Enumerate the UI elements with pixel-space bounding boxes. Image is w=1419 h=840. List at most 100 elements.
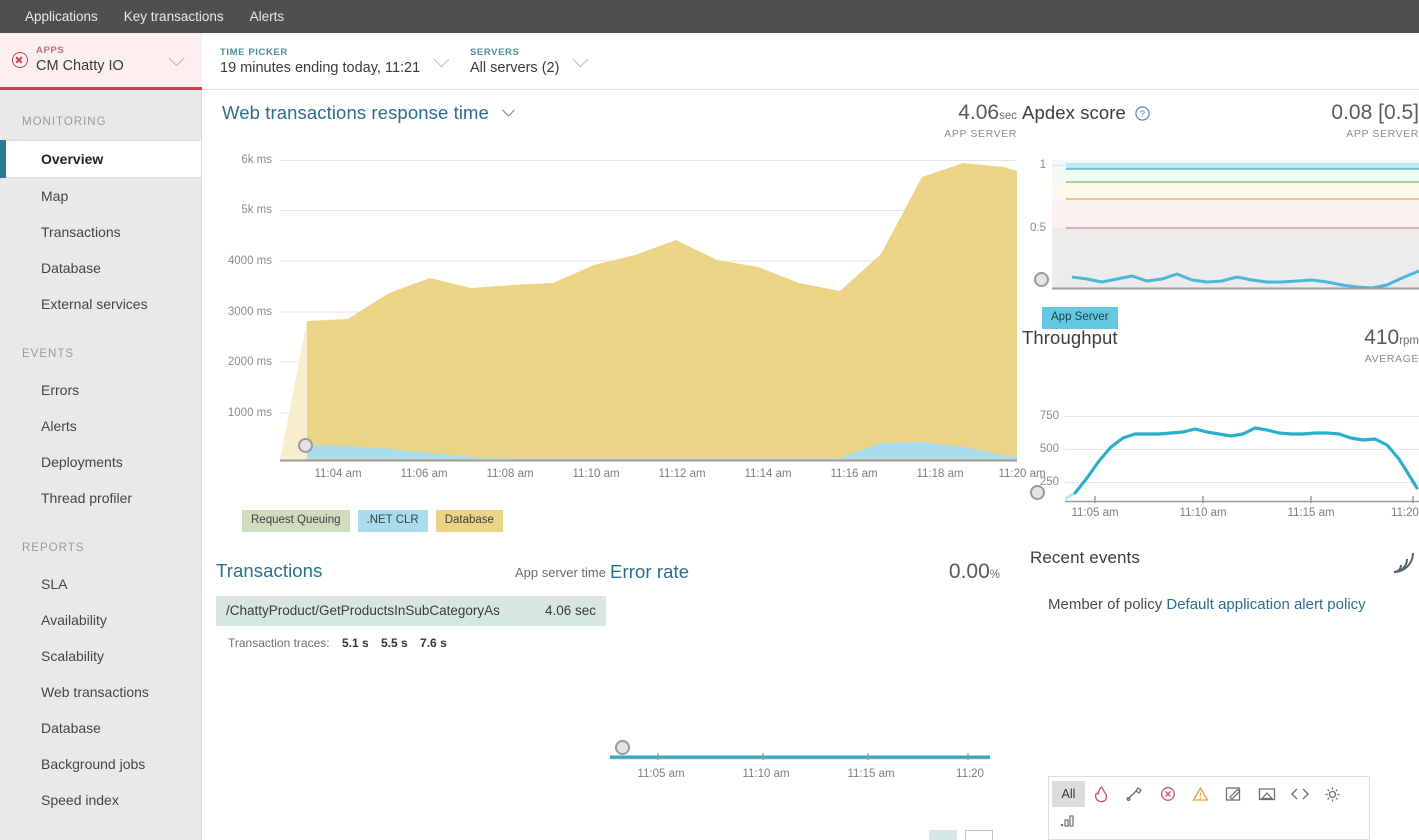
sidebar-item-deployments[interactable]: Deployments	[0, 444, 201, 480]
recent-event-message: Member of policy Default application ale…	[1030, 576, 1419, 620]
svg-text:?: ?	[1140, 109, 1145, 119]
transaction-value: 4.06 sec	[544, 603, 596, 618]
throughput-x-tick-1115: 11:15 am	[1287, 507, 1335, 519]
error-circle-icon[interactable]	[1151, 781, 1184, 807]
transaction-traces: Transaction traces: 5.1 s 5.5 s 7.6 s	[216, 626, 606, 650]
nav-item-applications[interactable]: Applications	[12, 0, 111, 33]
throughput-chart-svg[interactable]	[1065, 383, 1419, 503]
error-rate-chart-body: 11:05 am 11:10 am 11:15 am 11:20	[610, 724, 1000, 784]
servers-picker[interactable]: SERVERS All servers (2)	[470, 33, 589, 90]
sidebar-item-transactions[interactable]: Transactions	[0, 214, 201, 250]
apdex-score-panel: Apdex score ? 0.08 [0.5] APP SERVER 1 0.…	[1022, 102, 1419, 329]
nav-item-alerts[interactable]: Alerts	[237, 0, 298, 33]
transaction-trace-2[interactable]: 5.5 s	[381, 636, 408, 650]
transactions-column-header: App server time	[514, 565, 606, 580]
sidebar-item-scalability[interactable]: Scalability	[0, 638, 201, 674]
list-view-button[interactable]	[929, 830, 957, 840]
legend-item-database[interactable]: Database	[435, 510, 503, 532]
sidebar-item-database[interactable]: Database	[0, 250, 201, 286]
time-picker-value: 19 minutes ending today, 11:21	[220, 59, 421, 76]
metric-unit: sec	[999, 110, 1017, 122]
warning-triangle-icon[interactable]	[1184, 781, 1217, 807]
time-picker[interactable]: TIME PICKER 19 minutes ending today, 11:…	[220, 33, 450, 90]
apdex-y-tick-1: 1	[1039, 159, 1046, 171]
sidebar-item-report-database[interactable]: Database	[0, 710, 201, 746]
sidebar-item-speed-index[interactable]: Speed index	[0, 782, 201, 818]
sidebar-item-availability[interactable]: Availability	[0, 602, 201, 638]
throughput-unit: rpm	[1399, 335, 1419, 347]
sidebar-heading-reports: REPORTS	[22, 542, 85, 554]
metric-subtitle: APP SERVER	[944, 128, 1017, 140]
throughput-title: Throughput	[1022, 327, 1118, 348]
throughput-x-tick-1105: 11:05 am	[1071, 507, 1119, 519]
throughput-y-tick-750: 750	[1039, 410, 1059, 422]
x-tick-1118: 11:18 am	[916, 468, 964, 480]
sidebar-item-errors[interactable]: Errors	[0, 372, 201, 408]
apdex-metric: 0.08 [0.5] APP SERVER	[1331, 102, 1419, 140]
wrench-icon[interactable]	[1118, 781, 1151, 807]
chart-legend: Request Queuing .NET CLR Database	[242, 510, 503, 532]
filter-all[interactable]: All	[1052, 781, 1085, 807]
recent-events-title: Recent events	[1030, 548, 1140, 567]
table-row[interactable]: /ChattyProduct/GetProductsInSubCategoryA…	[216, 596, 606, 626]
throughput-range-handle[interactable]	[1030, 485, 1045, 500]
edit-note-icon[interactable]	[1217, 781, 1250, 807]
error-rate-title[interactable]: Error rate	[610, 561, 689, 583]
question-circle-icon[interactable]: ?	[1135, 106, 1151, 121]
gear-icon[interactable]	[1316, 781, 1349, 807]
area-chart-plot[interactable]	[280, 160, 1017, 462]
throughput-header: Throughput 410rpm AVERAGE	[1022, 327, 1419, 365]
apdex-legend-app-server[interactable]: App Server	[1042, 307, 1118, 329]
sidebar-item-web-transactions[interactable]: Web transactions	[0, 674, 201, 710]
sidebar-item-background-jobs[interactable]: Background jobs	[0, 746, 201, 782]
legend-item-net-clr[interactable]: .NET CLR	[357, 510, 428, 532]
y-tick-5000: 5k ms	[241, 204, 272, 216]
chevron-down-icon[interactable]	[502, 103, 516, 117]
recent-event-policy-link[interactable]: Default application alert policy	[1166, 596, 1365, 613]
error-rate-range-handle[interactable]	[615, 740, 630, 755]
error-rate-chart-svg[interactable]	[610, 724, 990, 764]
sidebar-item-overview[interactable]: Overview	[0, 140, 201, 178]
sidebar-item-sla[interactable]: SLA	[0, 566, 201, 602]
throughput-x-tick-1110: 11:10 am	[1179, 507, 1227, 519]
chart-header: Web transactions response time 4.06sec A…	[222, 102, 1017, 140]
event-filter-toolbar: All	[1048, 776, 1370, 840]
throughput-chart-body: 750 500 250 11:05 am 11:10 am 11:15 am 1…	[1022, 383, 1419, 519]
apps-selector-text: APPS CM Chatty IO	[36, 45, 124, 75]
sidebar-item-alerts[interactable]: Alerts	[0, 408, 201, 444]
code-icon[interactable]	[1283, 781, 1316, 807]
x-tick-1110: 11:10 am	[572, 468, 620, 480]
apdex-range-handle[interactable]	[1034, 272, 1049, 287]
sidebar-item-map[interactable]: Map	[0, 178, 201, 214]
sidebar-item-external-services[interactable]: External services	[0, 286, 201, 322]
apdex-header: Apdex score ? 0.08 [0.5] APP SERVER	[1022, 102, 1419, 140]
error-rate-value: 0.00	[948, 560, 990, 583]
chart-title-group[interactable]: Web transactions response time	[222, 102, 516, 124]
chart-view-button[interactable]	[965, 830, 993, 840]
throughput-title-group: Throughput	[1022, 327, 1118, 349]
error-rate-x-tick-1105: 11:05 am	[637, 768, 685, 780]
transaction-trace-3[interactable]: 7.6 s	[420, 636, 447, 650]
nav-item-key-transactions[interactable]: Key transactions	[111, 0, 237, 33]
apdex-chart-svg[interactable]	[1052, 160, 1419, 290]
rss-feed-icon[interactable]	[1389, 548, 1419, 576]
recent-events-panel: Recent events Member of policy Default a…	[1030, 548, 1419, 840]
legend-item-request-queuing[interactable]: Request Queuing	[242, 510, 350, 532]
flame-icon[interactable]	[1085, 781, 1118, 807]
servers-picker-text: SERVERS All servers (2)	[470, 47, 559, 77]
bar-chart-icon[interactable]	[1052, 807, 1085, 833]
deploy-icon[interactable]	[1250, 781, 1283, 807]
transaction-trace-1[interactable]: 5.1 s	[342, 636, 369, 650]
apps-selector[interactable]: APPS CM Chatty IO	[0, 33, 202, 90]
throughput-x-tick-1120: 11:20	[1391, 507, 1419, 519]
transactions-title[interactable]: Transactions	[216, 560, 322, 582]
sidebar-item-thread-profiler[interactable]: Thread profiler	[0, 480, 201, 516]
y-tick-1000: 1000 ms	[227, 407, 272, 419]
chart-view-toggles	[929, 830, 993, 840]
throughput-y-tick-500: 500	[1039, 443, 1059, 455]
transaction-name: /ChattyProduct/GetProductsInSubCategoryA…	[226, 603, 500, 618]
time-range-handle-left[interactable]	[298, 438, 313, 453]
error-rate-unit: %	[989, 569, 1000, 581]
metric-value: 4.06	[958, 101, 1000, 124]
servers-picker-value: All servers (2)	[470, 59, 560, 76]
